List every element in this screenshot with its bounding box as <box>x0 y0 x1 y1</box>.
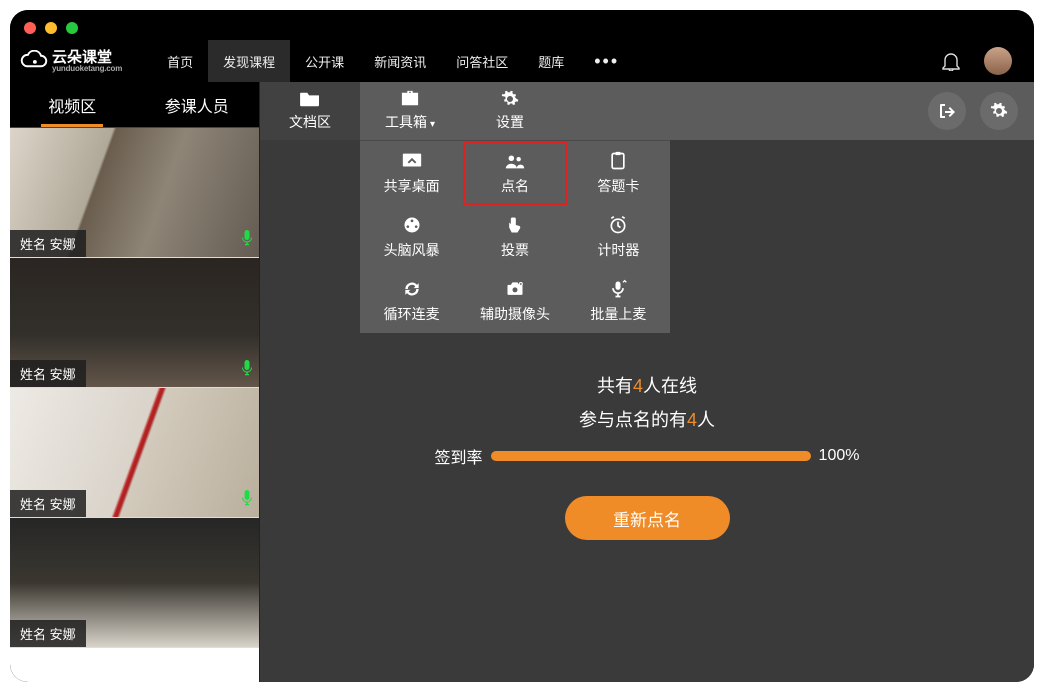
tool-vote[interactable]: 投票 <box>463 205 566 269</box>
nav-discover[interactable]: 发现课程 <box>208 40 290 82</box>
loop-icon <box>401 279 423 299</box>
tool-brainstorm[interactable]: 头脑风暴 <box>360 205 463 269</box>
tab-settings[interactable]: 设置 <box>460 82 560 140</box>
participant-name-tag: 姓名 安娜 <box>10 230 86 257</box>
tool-aux-camera[interactable]: 辅助摄像头 <box>463 269 566 333</box>
main-nav: 首页 发现课程 公开课 新闻资讯 问答社区 题库 ••• <box>152 40 634 82</box>
hand-tap-icon <box>504 215 526 235</box>
brand-logo: 云朵课堂 yunduoketang.com <box>20 50 122 73</box>
window-controls <box>10 10 1034 40</box>
camera-plus-icon <box>504 279 526 299</box>
exit-icon <box>938 102 956 120</box>
exit-button[interactable] <box>928 92 966 130</box>
participant-name-tag: 姓名 安娜 <box>10 620 86 647</box>
signin-rate-label: 签到率 <box>435 444 483 468</box>
brand-name: 云朵课堂 <box>52 50 122 65</box>
tool-share-screen[interactable]: 共享桌面 <box>360 141 463 205</box>
minimize-window-button[interactable] <box>45 22 57 34</box>
left-tabs: 视频区 参课人员 <box>10 82 259 128</box>
tool-answer-card[interactable]: 答题卡 <box>567 141 670 205</box>
gear-icon <box>499 90 521 108</box>
nav-open-courses[interactable]: 公开课 <box>290 40 359 82</box>
nav-home[interactable]: 首页 <box>152 40 208 82</box>
mic-on-icon <box>241 490 253 511</box>
participant-name-tag: 姓名 安娜 <box>10 490 86 517</box>
tab-video-area[interactable]: 视频区 <box>10 82 135 127</box>
mic-on-icon <box>241 360 253 381</box>
online-count-line: 共有4人在线 <box>260 372 1034 398</box>
brand-sub: yunduoketang.com <box>52 65 122 73</box>
right-toolbar-right <box>912 82 1034 140</box>
people-icon <box>504 151 526 171</box>
nav-question-bank[interactable]: 题库 <box>523 40 579 82</box>
clipboard-icon <box>607 151 629 171</box>
left-panel: 视频区 参课人员 姓名 安娜 姓名 安娜 姓名 安娜 <box>10 82 260 682</box>
tool-timer[interactable]: 计时器 <box>567 205 670 269</box>
topbar: 云朵课堂 yunduoketang.com 首页 发现课程 公开课 新闻资讯 问… <box>10 40 1034 82</box>
cloud-icon <box>20 50 48 72</box>
app-window: 云朵课堂 yunduoketang.com 首页 发现课程 公开课 新闻资讯 问… <box>10 10 1034 682</box>
maximize-window-button[interactable] <box>66 22 78 34</box>
tool-batch-mic[interactable]: 批量上麦 <box>567 269 670 333</box>
signin-rate-value: 100% <box>819 447 860 465</box>
nav-qa[interactable]: 问答社区 <box>441 40 523 82</box>
nav-more[interactable]: ••• <box>579 40 634 82</box>
tab-toolbox[interactable]: 工具箱▾ <box>360 82 460 140</box>
briefcase-icon <box>399 90 421 108</box>
tool-loop-mic[interactable]: 循环连麦 <box>360 269 463 333</box>
gear-icon <box>990 102 1008 120</box>
participant-name-tag: 姓名 安娜 <box>10 360 86 387</box>
nav-news[interactable]: 新闻资讯 <box>359 40 441 82</box>
attend-count-line: 参与点名的有4人 <box>260 406 1034 432</box>
right-panel: 文档区 工具箱▾ 设置 <box>260 82 1034 682</box>
tab-documents[interactable]: 文档区 <box>260 82 360 140</box>
video-tile[interactable]: 姓名 安娜 <box>10 128 259 258</box>
redo-rollcall-button[interactable]: 重新点名 <box>565 496 730 540</box>
folder-icon <box>299 90 321 108</box>
tab-roster[interactable]: 参课人员 <box>135 82 260 127</box>
right-toolbar: 文档区 工具箱▾ 设置 <box>260 82 1034 140</box>
video-tile[interactable]: 姓名 安娜 <box>10 518 259 648</box>
tool-rollcall[interactable]: 点名 <box>463 141 566 205</box>
video-list: 姓名 安娜 姓名 安娜 姓名 安娜 姓名 安娜 <box>10 128 259 682</box>
settings-gear-button[interactable] <box>980 92 1018 130</box>
screen-share-icon <box>401 151 423 171</box>
film-reel-icon <box>401 215 423 235</box>
topbar-right <box>942 47 1024 75</box>
mic-up-icon <box>607 279 629 299</box>
rollcall-result: 共有4人在线 参与点名的有4人 签到率 100% 重新点名 <box>260 372 1034 540</box>
mic-on-icon <box>241 230 253 251</box>
chevron-down-icon: ▾ <box>430 119 435 130</box>
main-body: 视频区 参课人员 姓名 安娜 姓名 安娜 姓名 安娜 <box>10 82 1034 682</box>
signin-progress-bar <box>491 451 811 461</box>
toolbox-menu: 共享桌面 点名 答题卡 头脑风暴 投票 <box>360 140 670 333</box>
notifications-bell-icon[interactable] <box>942 51 960 71</box>
video-tile[interactable]: 姓名 安娜 <box>10 258 259 388</box>
signin-rate-row: 签到率 100% <box>260 444 1034 468</box>
close-window-button[interactable] <box>24 22 36 34</box>
user-avatar[interactable] <box>984 47 1012 75</box>
alarm-clock-icon <box>607 215 629 235</box>
video-tile[interactable]: 姓名 安娜 <box>10 388 259 518</box>
